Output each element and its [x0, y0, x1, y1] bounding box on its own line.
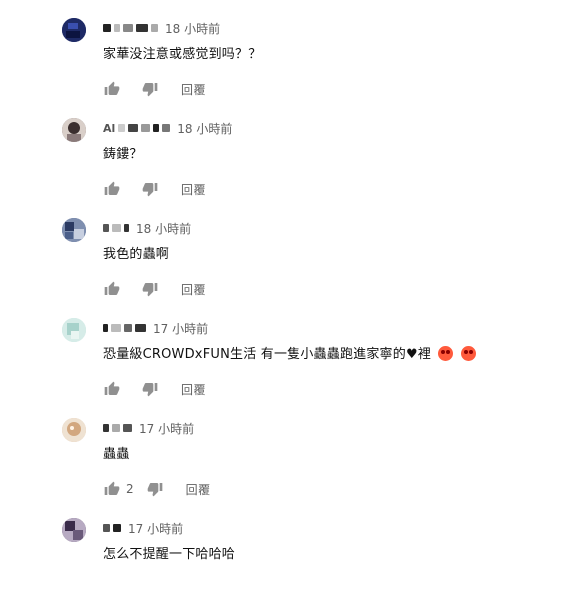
- comment-text: 蟲蟲: [103, 447, 130, 462]
- comment-text: 怎么不提醒一下哈哈哈: [103, 547, 236, 562]
- thumb-up-icon: [104, 81, 120, 95]
- comment-text-suffix: 裡: [417, 347, 432, 362]
- avatar[interactable]: [62, 18, 86, 42]
- dislike-button[interactable]: [141, 280, 159, 298]
- comment-text-main: 恐量級CROWDxFUN生活 有一隻小蟲蟲跑進家寧的: [103, 347, 406, 362]
- comment-text: 我色的蟲啊: [103, 247, 170, 262]
- like-count: 2: [126, 482, 134, 496]
- thumb-up-icon: [104, 381, 120, 395]
- comment-actions: 回覆: [103, 280, 206, 298]
- comment-item: 17 小時前 怎么不提醒一下哈哈哈: [0, 500, 585, 600]
- comment-actions: 回覆: [103, 380, 206, 398]
- heart-icon: ♥: [405, 347, 418, 362]
- thumb-down-icon: [142, 183, 158, 197]
- like-button[interactable]: [103, 280, 121, 298]
- comment-actions: 回覆: [103, 180, 206, 198]
- avatar[interactable]: [62, 118, 86, 142]
- reply-button[interactable]: 回覆: [181, 281, 206, 298]
- reply-button[interactable]: 回覆: [186, 481, 211, 498]
- avatar[interactable]: [62, 518, 86, 542]
- like-button[interactable]: [103, 180, 121, 198]
- comment-text: 家華没注意或感觉到吗？？: [103, 47, 262, 62]
- avatar[interactable]: [62, 218, 86, 242]
- comment-item: Al 18 小時前 鋳鏤？ 回覆: [0, 100, 585, 200]
- comment-timestamp[interactable]: 18 小時前: [165, 20, 220, 37]
- heart-eyes-emoji-icon: [438, 346, 454, 361]
- like-button[interactable]: [103, 80, 121, 98]
- dislike-button[interactable]: [141, 380, 159, 398]
- comment-item: 18 小時前 我色的蟲啊 回覆: [0, 200, 585, 300]
- comment-item: 17 小時前 恐量級CROWDxFUN生活 有一隻小蟲蟲跑進家寧的♥裡 回覆: [0, 300, 585, 400]
- comment-author[interactable]: 17 小時前: [103, 420, 194, 436]
- thumb-down-icon: [142, 83, 158, 97]
- reply-button[interactable]: 回覆: [181, 381, 206, 398]
- comment-text: 鋳鏤？: [103, 147, 143, 162]
- thumb-up-icon: [104, 481, 120, 495]
- comment-actions: 2 回覆: [103, 480, 211, 498]
- comment-item: 17 小時前 蟲蟲 2 回覆: [0, 400, 585, 500]
- comment-author[interactable]: 18 小時前: [103, 220, 191, 236]
- dislike-button[interactable]: [141, 180, 159, 198]
- like-button[interactable]: [103, 480, 121, 498]
- comment-timestamp[interactable]: 17 小時前: [139, 420, 194, 437]
- comment-author[interactable]: Al 18 小時前: [103, 120, 232, 136]
- dislike-button[interactable]: [141, 80, 159, 98]
- comment-timestamp[interactable]: 18 小時前: [177, 120, 232, 137]
- thumb-up-icon: [104, 281, 120, 295]
- comment-author[interactable]: 17 小時前: [103, 520, 183, 536]
- comment-author[interactable]: 17 小時前: [103, 320, 208, 336]
- heart-eyes-emoji-icon: [460, 346, 476, 361]
- comment-item: 18 小時前 家華没注意或感觉到吗？？ 回覆: [0, 0, 585, 100]
- comment-timestamp[interactable]: 17 小時前: [128, 520, 183, 537]
- thumb-down-icon: [142, 383, 158, 397]
- thumb-down-icon: [147, 483, 162, 497]
- comment-actions: 回覆: [103, 80, 206, 98]
- avatar[interactable]: [62, 318, 86, 342]
- comment-author[interactable]: 18 小時前: [103, 20, 220, 36]
- thumb-down-icon: [142, 283, 158, 297]
- comment-timestamp[interactable]: 17 小時前: [153, 320, 208, 337]
- thumb-up-icon: [104, 181, 120, 195]
- avatar[interactable]: [62, 418, 86, 442]
- dislike-button[interactable]: [146, 480, 164, 498]
- comment-text: 恐量級CROWDxFUN生活 有一隻小蟲蟲跑進家寧的♥裡: [103, 343, 476, 362]
- author-name[interactable]: Al: [103, 122, 115, 135]
- reply-button[interactable]: 回覆: [181, 181, 206, 198]
- like-button[interactable]: [103, 380, 121, 398]
- comment-timestamp[interactable]: 18 小時前: [136, 220, 191, 237]
- reply-button[interactable]: 回覆: [181, 81, 206, 98]
